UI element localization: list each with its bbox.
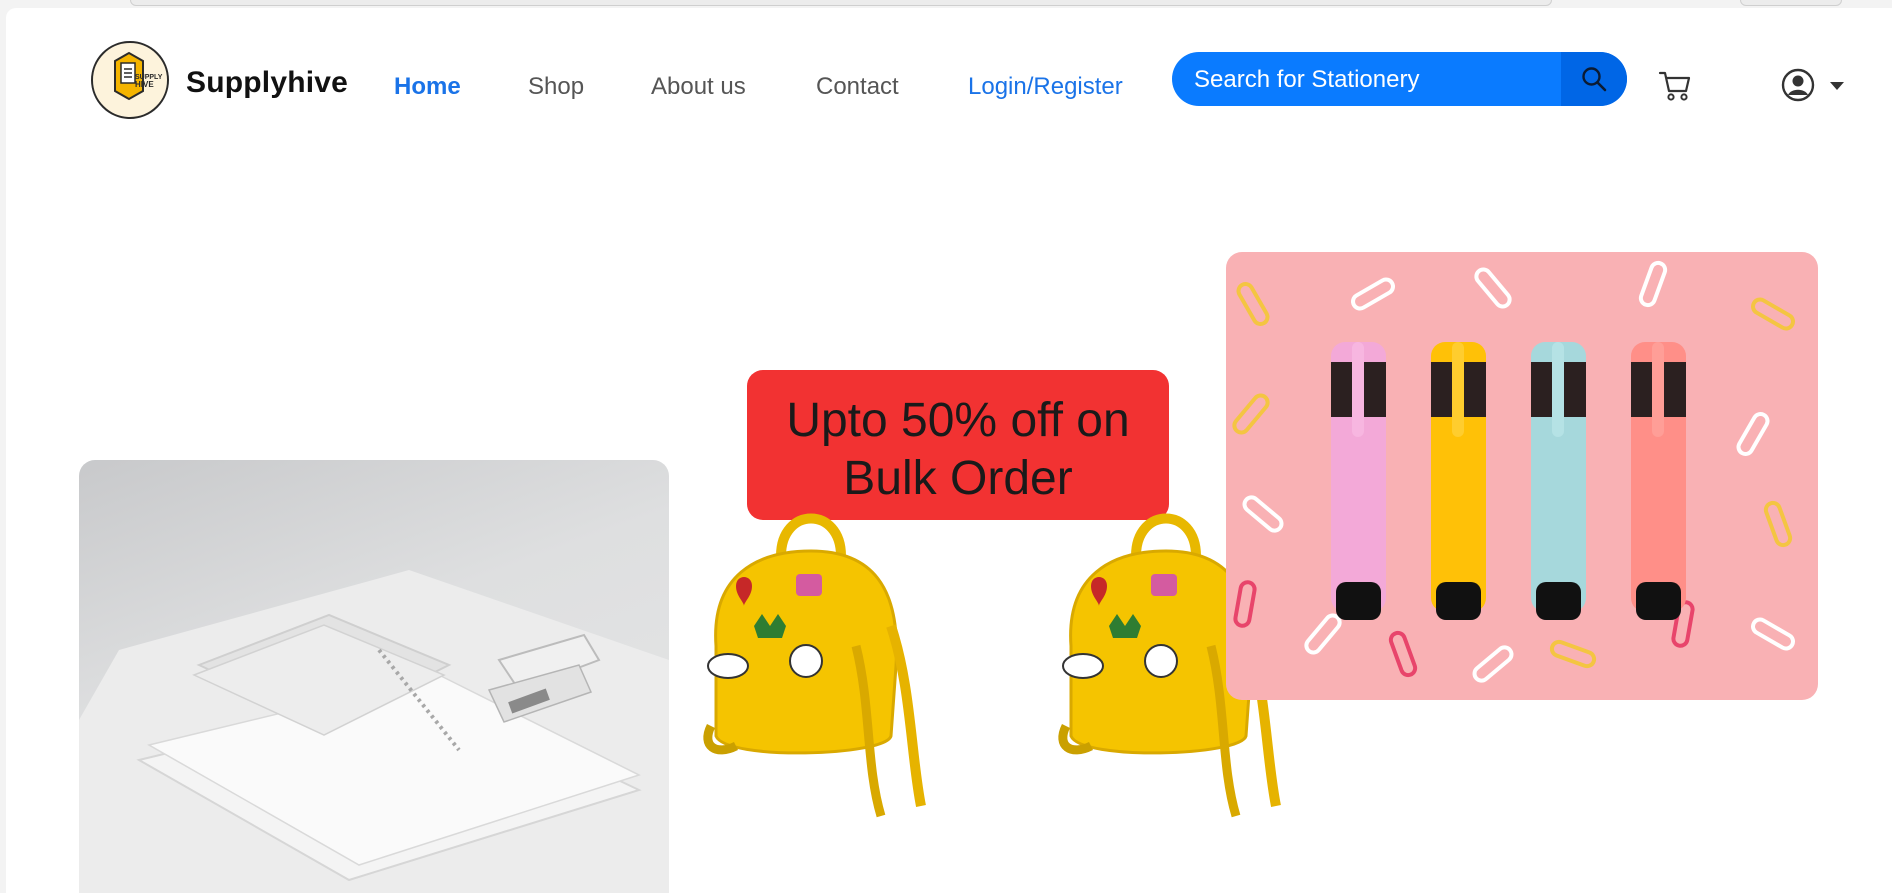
backpack-icon <box>703 513 926 818</box>
search-bar[interactable]: Search for Stationery <box>1172 52 1627 106</box>
highlighters-and-paperclips-photo <box>1226 252 1818 700</box>
nav-shop[interactable]: Shop <box>528 72 584 102</box>
yellow-backpack-image <box>696 496 936 826</box>
promo-line-1: Upto 50% off on <box>786 394 1130 447</box>
search-icon <box>1582 67 1607 92</box>
caret-down-icon <box>1830 82 1844 90</box>
notebooks-and-stapler-photo <box>79 460 669 893</box>
nav-login-register[interactable]: Login/Register <box>968 72 1123 102</box>
nav-about[interactable]: About us <box>651 72 746 102</box>
cart-button[interactable] <box>1658 70 1692 102</box>
brand-name[interactable]: Supplyhive <box>186 66 348 100</box>
search-input[interactable]: Search for Stationery <box>1194 66 1419 94</box>
nav-home[interactable]: Home <box>394 72 461 102</box>
nav-contact[interactable]: Contact <box>816 72 899 102</box>
toolbar-edge <box>1740 0 1842 6</box>
user-menu[interactable] <box>1781 68 1851 104</box>
address-bar-edge <box>130 0 1552 6</box>
logo-text-hive: HIVE <box>135 80 154 89</box>
page: SUPPLY HIVE Supplyhive Home Shop About u… <box>6 8 1892 893</box>
brand-logo[interactable]: SUPPLY HIVE <box>91 41 169 119</box>
hive-logo-icon: SUPPLY HIVE <box>114 51 163 101</box>
navbar: SUPPLY HIVE Supplyhive Home Shop About u… <box>6 8 1892 158</box>
promo-text: Upto 50% off on Bulk Order <box>747 392 1169 508</box>
user-circle-icon <box>1781 68 1815 102</box>
cart-icon <box>1658 71 1691 101</box>
search-button[interactable] <box>1561 52 1627 106</box>
